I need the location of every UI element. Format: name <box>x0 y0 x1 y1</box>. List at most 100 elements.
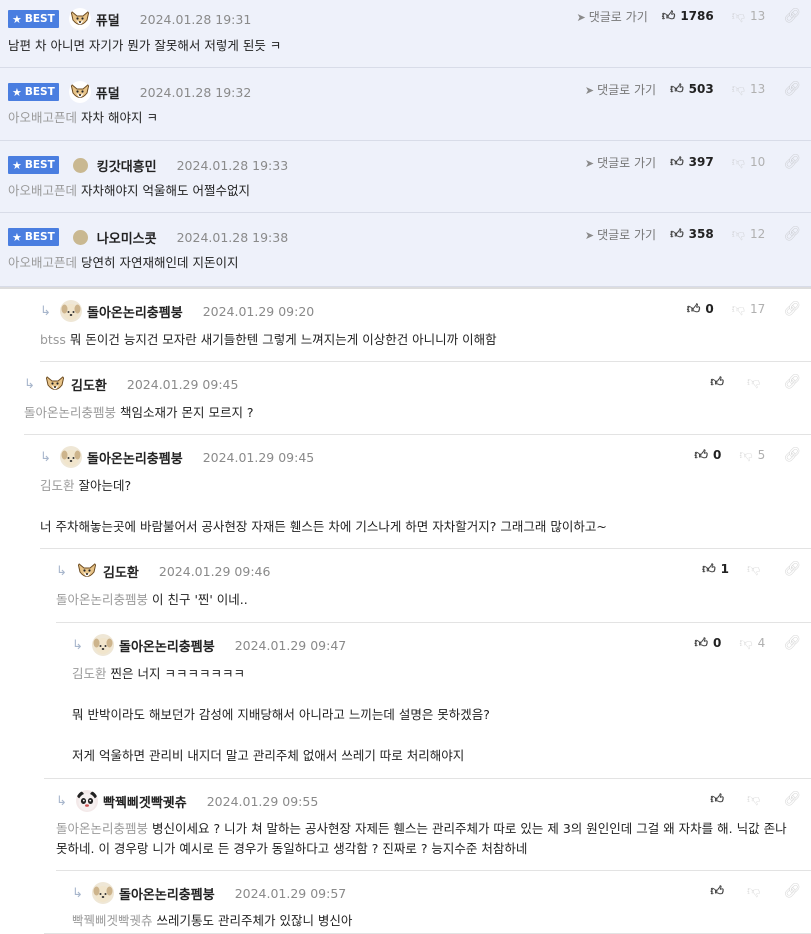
mentioned-user[interactable]: 아오배고픈데 <box>8 183 77 198</box>
thumbs-down-icon: 👎︎ <box>731 154 745 170</box>
comment-header: ↳ 김도환 2024.01.29 09:45 <box>24 372 238 396</box>
thumbs-up-icon: 👍︎ <box>710 791 725 807</box>
dislike-button[interactable]: 👎︎ <box>747 562 765 577</box>
like-button[interactable]: 👍︎ <box>710 792 729 807</box>
comment-reply: ↳ 돌아온논리충펨붕 2024.01.29 09:47 👍︎ 0 👎︎ 4 🔗︎ 김도환 찐은 너… <box>44 623 811 779</box>
like-button[interactable]: 👍︎ 397 <box>670 155 714 170</box>
like-button[interactable]: 👍︎ 358 <box>670 227 714 242</box>
link-icon[interactable]: 🔗︎ <box>783 374 801 390</box>
link-icon[interactable]: 🔗︎ <box>783 226 801 242</box>
mentioned-user[interactable]: 아오배고픈데 <box>8 255 77 270</box>
reply-arrow-icon: ↳ <box>40 303 51 319</box>
avatar-dot-icon <box>72 157 88 173</box>
author-nickname[interactable]: 킹갓대흥민 <box>97 156 157 175</box>
dislike-count: 17 <box>749 302 766 316</box>
comment-header: ↳ 돌아온논리충펨붕 2024.01.29 09:47 <box>72 633 346 657</box>
dislike-button[interactable]: 👎︎ 12 <box>732 227 765 242</box>
like-button[interactable]: 👍︎ 0 <box>694 636 721 651</box>
link-icon[interactable]: 🔗︎ <box>783 8 801 24</box>
like-count: 0 <box>705 302 714 316</box>
link-icon[interactable]: 🔗︎ <box>783 635 801 651</box>
dislike-button[interactable]: 👎︎ <box>747 884 765 899</box>
link-icon[interactable]: 🔗︎ <box>783 154 801 170</box>
dislike-button[interactable]: 👎︎ 13 <box>732 9 765 24</box>
dislike-count: 10 <box>749 155 766 169</box>
author-nickname[interactable]: 돌아온논리충펨붕 <box>119 636 215 655</box>
like-button[interactable]: 👍︎ <box>710 884 729 899</box>
comment-header: ↳ 김도환 2024.01.29 09:46 <box>56 559 270 583</box>
dislike-button[interactable]: 👎︎ <box>747 375 765 390</box>
author-nickname[interactable]: 돌아온논리충펨붕 <box>87 448 183 467</box>
dislike-count: 13 <box>749 9 766 23</box>
dislike-button[interactable]: 👎︎ <box>747 792 765 807</box>
comment-text: 너 주차해놓는곳에 바람불어서 공사현장 자재든 휀스든 차에 기스나게 하면 … <box>40 517 797 537</box>
thumbs-up-icon: 👍︎ <box>686 301 701 317</box>
dislike-count: 12 <box>749 227 766 241</box>
reply-arrow-icon: ↳ <box>56 563 67 579</box>
comment-header: ★ BEST 나오미스콧 2024.01.28 19:38 <box>8 225 288 249</box>
mentioned-user[interactable]: 돌아온논리충펨붕 <box>24 405 116 420</box>
dislike-button[interactable]: 👎︎ 4 <box>739 636 765 651</box>
comment-text: 뭐 반박이라도 해보던가 감성에 지배당해서 아니라고 느끼는데 설명은 못하겠… <box>72 705 797 725</box>
author-nickname[interactable]: 돌아온논리충펨붕 <box>119 884 215 903</box>
author-nickname[interactable]: 퓨덜 <box>96 10 120 29</box>
like-button[interactable]: 👍︎ 503 <box>670 82 714 97</box>
like-button[interactable]: 👍︎ 1786 <box>662 9 714 24</box>
mentioned-user[interactable]: btss <box>40 332 66 347</box>
comment-body: 김도환 잘아는데? 너 주차해놓는곳에 바람불어서 공사현장 자재든 휀스든 차에 … <box>40 476 797 537</box>
author-nickname[interactable]: 빡꿱삐겟빡궷츄 <box>103 792 187 811</box>
like-button[interactable]: 👍︎ 0 <box>694 448 721 463</box>
comment-actions: 👍︎ 0 👎︎ 5 🔗︎ <box>694 444 801 466</box>
author-nickname[interactable]: 돌아온논리충펨붕 <box>87 302 183 321</box>
link-icon[interactable]: 🔗︎ <box>783 447 801 463</box>
comment-text: btss 뭐 돈이건 능지건 모자란 새기들한텐 그렇게 느껴지는게 이상한건 아… <box>40 330 797 350</box>
comment-header: ★ BEST 퓨덜 2024.01.28 19:31 <box>8 7 251 31</box>
mentioned-user[interactable]: 돌아온논리충펨붕 <box>56 592 148 607</box>
comment-text: 아오배고픈데 자차해야지 억울해도 어쩔수없지 <box>8 181 797 201</box>
comment-reply: ↳ 빡꿱삐겟빡궷츄 2024.01.29 09:55 👍︎ 👎︎ 🔗︎ 돌아온논리충펨붕 병신… <box>56 779 811 871</box>
thumbs-down-icon: 👎︎ <box>739 447 753 463</box>
send-arrow-icon: ➤ <box>584 156 595 170</box>
go-to-comment-link[interactable]: ➤ 댓글로 가기 <box>585 81 656 98</box>
comment-body: 김도환 찐은 너지 ㅋㅋㅋㅋㅋㅋㅋ 뭐 반박이라도 해보던가 감성에 지배당해서 아… <box>72 664 797 766</box>
mentioned-user[interactable]: 김도환 <box>72 666 107 681</box>
dislike-button[interactable]: 👎︎ 17 <box>732 302 765 317</box>
thumbs-up-icon: 👍︎ <box>670 154 684 170</box>
link-icon[interactable]: 🔗︎ <box>783 791 801 807</box>
dislike-button[interactable]: 👎︎ 13 <box>732 82 765 97</box>
reply-arrow-icon: ↳ <box>72 885 83 901</box>
comment-text: 남편 차 아니면 자기가 뭔가 잘못해서 저렇게 된듯 ㅋ <box>8 36 797 56</box>
author-nickname[interactable]: 퓨덜 <box>96 83 120 102</box>
best-label: BEST <box>24 13 55 25</box>
go-to-comment-link[interactable]: ➤ 댓글로 가기 <box>585 226 656 243</box>
thumbs-down-icon: 👎︎ <box>747 883 761 899</box>
go-to-comment-link[interactable]: ➤ 댓글로 가기 <box>577 8 648 25</box>
author-nickname[interactable]: 나오미스콧 <box>97 228 157 247</box>
dislike-button[interactable]: 👎︎ 10 <box>732 155 765 170</box>
author-nickname[interactable]: 김도환 <box>71 375 107 394</box>
link-icon[interactable]: 🔗︎ <box>783 81 801 97</box>
comment-text: 돌아온논리충펨붕 병신이세요 ? 니가 쳐 말하는 공사현장 자제든 휀스는 관리… <box>56 819 801 859</box>
mentioned-user[interactable]: 돌아온논리충펨붕 <box>56 821 148 836</box>
mentioned-user[interactable]: 김도환 <box>40 478 75 493</box>
comment-body: btss 뭐 돈이건 능지건 모자란 새기들한텐 그렇게 느껴지는게 이상한건 아… <box>40 330 797 350</box>
comment-date: 2024.01.28 19:31 <box>139 11 252 27</box>
comment-text: 아오배고픈데 자차 해야지 ㅋ <box>8 108 797 128</box>
like-button[interactable]: 👍︎ <box>710 375 729 390</box>
dislike-button[interactable]: 👎︎ 5 <box>739 448 765 463</box>
link-icon[interactable]: 🔗︎ <box>783 301 801 317</box>
mentioned-user[interactable]: 빡꿱삐겟빡궷츄 <box>72 913 153 928</box>
mentioned-user[interactable]: 아오배고픈데 <box>8 110 77 125</box>
send-arrow-icon: ➤ <box>584 228 595 242</box>
comment-header: ↳ 돌아온논리충펨붕 2024.01.29 09:57 <box>72 881 346 905</box>
thumbs-up-icon: 👍︎ <box>661 8 676 24</box>
like-count: 0 <box>713 636 722 650</box>
link-icon[interactable]: 🔗︎ <box>783 561 801 577</box>
author-nickname[interactable]: 김도환 <box>103 562 139 581</box>
like-button[interactable]: 👍︎ 0 <box>687 302 714 317</box>
link-icon[interactable]: 🔗︎ <box>783 883 801 899</box>
go-to-comment-link[interactable]: ➤ 댓글로 가기 <box>585 154 656 171</box>
comment-text-line: 너 주차해놓는곳에 바람불어서 공사현장 자재든 휀스든 차에 기스나게 하면 … <box>40 519 607 534</box>
like-button[interactable]: 👍︎ 1 <box>702 562 729 577</box>
